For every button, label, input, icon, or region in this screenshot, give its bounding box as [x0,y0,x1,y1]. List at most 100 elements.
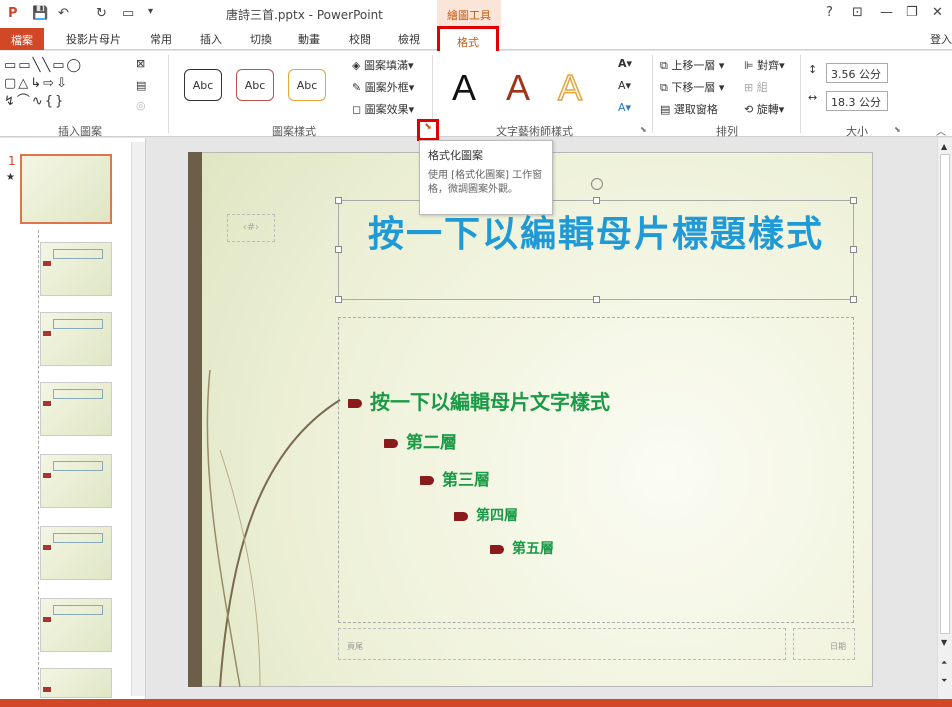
resize-handle[interactable] [850,296,857,303]
send-backward-button[interactable]: ⧉ 下移一層 ▾ [660,79,724,95]
text-fill-icon[interactable]: A▾ [618,57,632,70]
save-icon[interactable]: 💾 [32,6,48,21]
resize-handle[interactable] [335,296,342,303]
date-placeholder[interactable]: ‹#› [227,214,275,242]
shape-outline-button[interactable]: ✎ 圖案外框▾ [352,79,414,95]
resize-handle[interactable] [593,296,600,303]
text-effects-icon[interactable]: A▾ [618,101,631,114]
resize-handle[interactable] [850,197,857,204]
scroll-down-icon[interactable]: ▼ [941,638,947,647]
footer-placeholder[interactable]: 頁尾 [338,628,786,660]
next-slide-icon[interactable]: ⏷ [941,676,947,686]
layout-thumbnail[interactable] [40,382,112,436]
layout-thumbnail[interactable] [40,526,112,580]
layout-thumbnail[interactable] [40,598,112,652]
shapes-row-1: ▭▭╲╲▭◯ [4,58,84,73]
dialog-launcher-icon[interactable]: ⬊ [640,125,647,134]
customize-qat-icon[interactable]: ▾ [148,6,153,17]
rotate-handle[interactable] [591,178,603,190]
animation-star-icon: ★ [6,172,15,183]
selection-pane-label: 選取窗格 [673,103,718,116]
shape-effects-button[interactable]: ◻ 圖案效果▾ [352,101,414,117]
group-label: 組 [756,81,768,94]
tooltip-title: 格式化圖案 [428,149,483,162]
tab-insert[interactable]: 插入 [200,31,222,47]
level-5-text: 第五層 [490,538,554,558]
align-label: 對齊 [757,59,780,72]
previous-slide-icon[interactable]: ⏶ [941,658,947,668]
restore-button[interactable]: ❐ [906,5,918,20]
resize-handle[interactable] [335,197,342,204]
signin-link[interactable]: 登入 [930,31,952,47]
bring-forward-button[interactable]: ⧉ 上移一層 ▾ [660,57,724,73]
shape-style-1[interactable]: Abc [184,69,222,101]
rotate-button[interactable]: ⟲ 旋轉▾ [744,101,784,117]
thumbnail-scrollbar[interactable] [131,142,145,696]
wordart-style-3[interactable]: A [557,66,583,109]
resize-handle[interactable] [335,246,342,253]
layout-connector [38,230,39,690]
size-dialog-launcher-icon[interactable]: ⬊ [894,125,901,134]
tooltip-body: 使用 [格式化圖案] 工作窗格，微調圖案外觀。 [428,170,543,195]
shape-fill-button[interactable]: ◈ 圖案填滿▾ [352,57,414,73]
height-input[interactable]: 3.56 公分 [826,63,888,83]
merge-shapes-icon[interactable]: ◎ [136,99,146,112]
align-button[interactable]: ⊫ 對齊▾ [744,57,785,73]
group-button[interactable]: ⊞ 組 [744,79,768,95]
level-4-text: 第四層 [454,505,518,525]
scroll-thumb[interactable] [940,154,950,634]
bullet-arrow-icon [454,511,468,521]
group-icon: ⊞ [744,81,754,94]
slide-number-placeholder[interactable]: 日期 [793,628,855,660]
ribbon-display-icon[interactable]: ⊡ [852,5,863,20]
level-1-text: 按一下以編輯母片文字樣式 [348,386,610,415]
tab-transitions[interactable]: 切換 [250,31,272,47]
redo-icon[interactable]: ↻ [96,6,107,21]
text-box-icon[interactable]: ▤ [136,79,146,92]
selection-pane-button[interactable]: ▤ 選取窗格 [660,101,718,117]
format-shape-launcher-icon[interactable]: ⬊ [417,119,439,141]
minimize-button[interactable]: — [880,5,893,20]
undo-icon[interactable]: ↶ [58,6,69,21]
selection-pane-icon: ▤ [660,103,671,116]
bring-forward-icon: ⧉ [660,59,668,72]
layout-thumbnail[interactable] [40,454,112,508]
tab-animations[interactable]: 動畫 [298,31,320,47]
tab-slide-master[interactable]: 投影片母片 [66,31,121,47]
tab-file[interactable]: 檔案 [0,28,44,50]
wordart-style-2[interactable]: A [506,67,530,109]
align-icon: ⊫ [744,59,754,72]
scroll-up-icon[interactable]: ▲ [941,142,947,151]
ribbon: ▭▭╲╲▭◯ ▢△↳⇨⇩ ↯⌒∿{} ⊠ ▤ ◎ 插入圖案 Abc Abc Ab… [0,51,952,138]
width-input[interactable]: 18.3 公分 [826,91,888,111]
slide-number: 1 [8,154,16,168]
tab-home[interactable]: 常用 [150,31,172,47]
canvas-scrollbar[interactable]: ▲ ▼ ⏶ ⏷ [937,138,952,699]
shape-effects-label: 圖案效果 [364,103,409,116]
help-button[interactable]: ? [826,5,833,20]
wordart-style-1[interactable]: A [452,67,476,109]
bullet-arrow-icon [490,544,504,554]
shapes-gallery[interactable]: ▭▭╲╲▭◯ ▢△↳⇨⇩ ↯⌒∿{} [4,57,122,113]
tab-review[interactable]: 校閱 [349,31,371,47]
resize-handle[interactable] [850,246,857,253]
tab-view[interactable]: 檢視 [398,31,420,47]
tab-format[interactable]: 格式 [437,26,499,54]
resize-handle[interactable] [593,197,600,204]
layout-thumbnail[interactable] [40,312,112,366]
group-label-wordart: 文字藝術師樣式 [496,125,573,138]
pencil-icon: ✎ [352,81,362,94]
group-label-shape-styles: 圖案樣式 [272,125,316,138]
close-button[interactable]: ✕ [932,5,943,20]
body-placeholder[interactable] [338,317,854,623]
shape-style-2[interactable]: Abc [236,69,274,101]
master-slide-thumbnail[interactable] [20,154,112,224]
shape-style-3[interactable]: Abc [288,69,326,101]
layout-thumbnail[interactable] [40,668,112,698]
edit-shape-icon[interactable]: ⊠ [136,57,145,70]
layout-thumbnail[interactable] [40,242,112,296]
decorative-curves [206,369,341,687]
slideshow-icon[interactable]: ▭ [122,6,134,21]
collapse-ribbon-icon[interactable]: ︿ [936,123,946,138]
text-outline-icon[interactable]: A▾ [618,79,631,92]
